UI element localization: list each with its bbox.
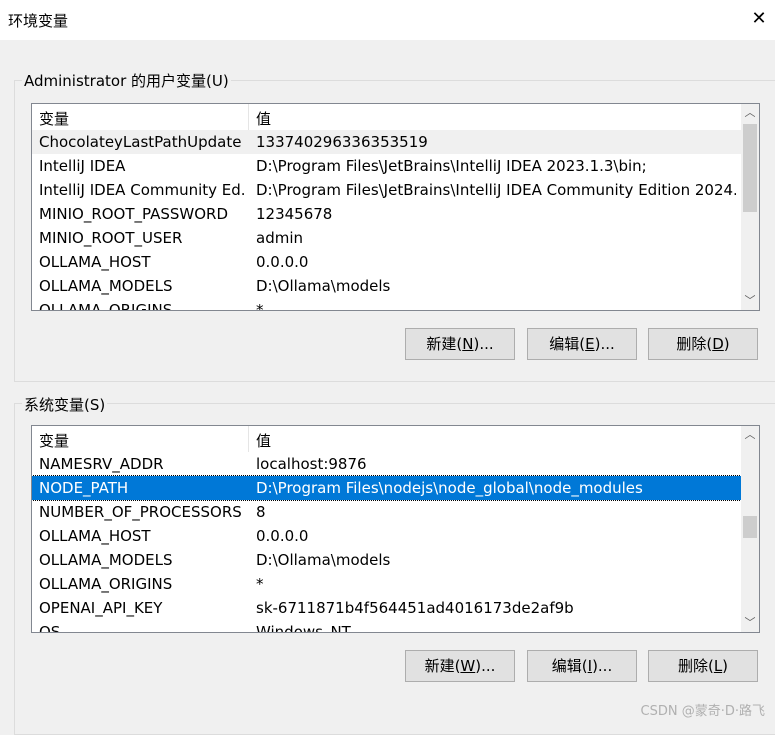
system-variables-list[interactable]: 变量 值 NAMESRV_ADDR localhost:9876 NODE_PAT… bbox=[31, 425, 760, 633]
user-variables-label: Administrator 的用户变量(U) bbox=[22, 70, 231, 91]
variable-value: sk-6711871b4f564451ad4016173de2af9b bbox=[256, 599, 574, 617]
column-header-name[interactable]: 变量 bbox=[39, 108, 69, 129]
variable-name: OS bbox=[39, 623, 61, 633]
variable-value: D:\Program Files\nodejs\node_global\node… bbox=[256, 479, 643, 497]
table-row[interactable]: OLLAMA_HOST 0.0.0.0 bbox=[32, 250, 741, 274]
column-header-name[interactable]: 变量 bbox=[39, 430, 69, 451]
user-edit-button[interactable]: 编辑(E)... bbox=[527, 328, 637, 360]
chevron-down-icon[interactable]: ﹀ bbox=[741, 292, 759, 310]
system-delete-button[interactable]: 删除(L) bbox=[648, 650, 758, 682]
close-icon[interactable]: ✕ bbox=[749, 8, 769, 30]
table-row[interactable]: NAMESRV_ADDR localhost:9876 bbox=[32, 452, 741, 476]
variable-name: OLLAMA_MODELS bbox=[39, 277, 173, 295]
variable-name: NAMESRV_ADDR bbox=[39, 455, 164, 473]
scrollbar-thumb[interactable] bbox=[743, 516, 757, 538]
variable-value: localhost:9876 bbox=[256, 455, 367, 473]
variable-value: 8 bbox=[256, 503, 266, 521]
window-title: 环境变量 bbox=[8, 12, 69, 30]
variable-name: OLLAMA_HOST bbox=[39, 253, 151, 271]
variable-name: NUMBER_OF_PROCESSORS bbox=[39, 503, 242, 521]
variable-value: * bbox=[256, 301, 264, 311]
table-row[interactable]: OLLAMA_MODELS D:\Ollama\models bbox=[32, 274, 741, 298]
column-header-value[interactable]: 值 bbox=[256, 430, 271, 451]
table-row[interactable]: NUMBER_OF_PROCESSORS 8 bbox=[32, 500, 741, 524]
variable-value: D:\Ollama\models bbox=[256, 277, 391, 295]
table-row[interactable]: OLLAMA_ORIGINS * bbox=[32, 298, 741, 311]
variable-name: OLLAMA_ORIGINS bbox=[39, 301, 173, 311]
table-row[interactable]: OLLAMA_MODELS D:\Ollama\models bbox=[32, 548, 741, 572]
variable-name: NODE_PATH bbox=[39, 479, 129, 497]
variable-value: 12345678 bbox=[256, 205, 333, 223]
variable-name: IntelliJ IDEA bbox=[39, 157, 126, 175]
variable-name: OLLAMA_HOST bbox=[39, 527, 151, 545]
watermark: CSDN @蒙奇·D·路飞 bbox=[640, 704, 765, 719]
table-row[interactable]: IntelliJ IDEA D:\Program Files\JetBrains\… bbox=[32, 154, 741, 178]
user-variables-list[interactable]: 变量 值 ChocolateyLastPathUpdate 13374029633… bbox=[31, 103, 760, 311]
system-variables-label: 系统变量(S) bbox=[22, 394, 108, 415]
chevron-up-icon[interactable]: ︿ bbox=[741, 104, 759, 122]
variable-name: OLLAMA_MODELS bbox=[39, 551, 173, 569]
system-new-button[interactable]: 新建(W)... bbox=[405, 650, 515, 682]
table-row-selected[interactable]: NODE_PATH D:\Program Files\nodejs\node_gl… bbox=[32, 475, 742, 501]
table-row[interactable]: IntelliJ IDEA Community Ed... D:\Program … bbox=[32, 178, 741, 202]
system-edit-button[interactable]: 编辑(I)... bbox=[527, 650, 637, 682]
vertical-scrollbar[interactable]: ︿ ﹀ bbox=[741, 426, 759, 632]
chevron-up-icon[interactable]: ︿ bbox=[741, 426, 759, 444]
variable-name: IntelliJ IDEA Community Ed... bbox=[39, 181, 244, 199]
table-row[interactable]: MINIO_ROOT_USER admin bbox=[32, 226, 741, 250]
variable-name: OLLAMA_ORIGINS bbox=[39, 575, 173, 593]
variable-value: 133740296336353519 bbox=[256, 133, 428, 151]
scrollbar-thumb[interactable] bbox=[743, 124, 757, 212]
vertical-scrollbar[interactable]: ︿ ﹀ bbox=[741, 104, 759, 310]
variable-name: ChocolateyLastPathUpdate bbox=[39, 133, 242, 151]
title-bar: 环境变量 ✕ bbox=[0, 0, 775, 40]
list-header: 变量 值 bbox=[32, 104, 741, 130]
variable-name: MINIO_ROOT_USER bbox=[39, 229, 183, 247]
column-header-value[interactable]: 值 bbox=[256, 108, 271, 129]
variable-value: * bbox=[256, 575, 264, 593]
user-new-button[interactable]: 新建(N)... bbox=[405, 328, 515, 360]
variable-value: D:\Program Files\JetBrains\IntelliJ IDEA… bbox=[256, 181, 736, 199]
table-row[interactable]: OLLAMA_ORIGINS * bbox=[32, 572, 741, 596]
table-row[interactable]: OPENAI_API_KEY sk-6711871b4f564451ad40161… bbox=[32, 596, 741, 620]
table-row[interactable]: MINIO_ROOT_PASSWORD 12345678 bbox=[32, 202, 741, 226]
variable-value: D:\Ollama\models bbox=[256, 551, 391, 569]
variable-value: 0.0.0.0 bbox=[256, 253, 309, 271]
table-row[interactable]: ChocolateyLastPathUpdate 1337402963363535… bbox=[32, 130, 741, 154]
chevron-down-icon[interactable]: ﹀ bbox=[741, 614, 759, 632]
variable-value: 0.0.0.0 bbox=[256, 527, 309, 545]
variable-name: OPENAI_API_KEY bbox=[39, 599, 163, 617]
list-header: 变量 值 bbox=[32, 426, 741, 452]
variable-value: admin bbox=[256, 229, 303, 247]
variable-value: D:\Program Files\JetBrains\IntelliJ IDEA… bbox=[256, 157, 647, 175]
user-delete-button[interactable]: 删除(D) bbox=[648, 328, 758, 360]
variable-value: Windows_NT bbox=[256, 623, 351, 633]
table-row[interactable]: OS Windows_NT bbox=[32, 620, 741, 633]
column-divider[interactable] bbox=[248, 104, 249, 130]
variable-name: MINIO_ROOT_PASSWORD bbox=[39, 205, 229, 223]
table-row[interactable]: OLLAMA_HOST 0.0.0.0 bbox=[32, 524, 741, 548]
column-divider[interactable] bbox=[248, 426, 249, 452]
